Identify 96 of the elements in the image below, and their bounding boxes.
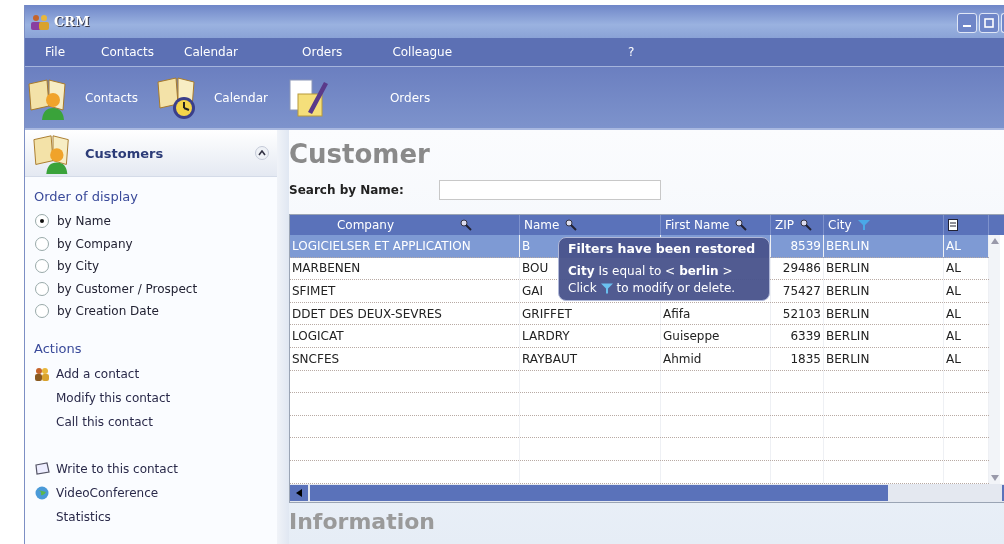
table-cell: BERLIN xyxy=(826,238,870,253)
table-cell: B xyxy=(522,238,531,253)
scroll-left-icon[interactable] xyxy=(296,488,302,497)
radio-button[interactable] xyxy=(35,304,49,319)
table-row[interactable]: SNCFES RAYBAUT Ahmid 1835 BERLIN AL xyxy=(290,347,989,371)
table-cell: RAYBAUT xyxy=(522,351,577,366)
table-cell: LOGICIELSER ET APPLICATION xyxy=(292,238,471,253)
table-cell: BERLIN xyxy=(826,261,870,276)
section-heading: Actions xyxy=(34,340,83,356)
tooltip-text: to modify or delete. xyxy=(616,280,736,297)
maximize-button[interactable] xyxy=(979,12,999,33)
filter-icon[interactable] xyxy=(857,219,870,231)
table-cell: 52103 xyxy=(782,306,821,321)
table-cell: BERLIN xyxy=(826,284,870,298)
radio-button[interactable] xyxy=(35,281,49,296)
table-cell: AL xyxy=(946,261,961,276)
search-icon[interactable] xyxy=(565,219,578,231)
table-cell: BERLIN xyxy=(826,329,870,344)
table-cell: 6339 xyxy=(790,329,821,344)
menu-item[interactable]: ? xyxy=(608,45,635,59)
scroll-down-icon[interactable] xyxy=(990,474,999,481)
column-title: Name xyxy=(524,218,560,232)
table-cell: 29486 xyxy=(782,261,821,276)
sheet-icon[interactable] xyxy=(948,219,958,231)
action-link[interactable]: Write to this contact xyxy=(56,461,178,476)
table-cell: Guiseppe xyxy=(663,329,720,344)
search-icon[interactable] xyxy=(800,219,812,231)
action-link[interactable]: Modify this contact xyxy=(56,390,171,405)
people-icon xyxy=(34,366,50,381)
page-title: Customer xyxy=(289,138,431,170)
table-cell: Ahmid xyxy=(663,351,702,366)
vertical-scrollbar[interactable] xyxy=(989,235,1000,484)
column-title: City xyxy=(828,218,852,232)
window-title: CRM xyxy=(54,14,90,29)
action-link[interactable]: Statistics xyxy=(56,509,111,524)
table-row[interactable]: DDET DES DEUX-SEVRES GRIFFET Afifa 52103 BERLIN AL xyxy=(290,302,989,326)
search-icon[interactable] xyxy=(460,219,473,231)
table-row[interactable]: LOGICAT LARDRY Guiseppe 6339 BERLIN AL xyxy=(290,325,989,348)
radio-option[interactable]: by Name xyxy=(25,210,277,233)
table-cell: GAI xyxy=(522,284,544,298)
tooltip-title: Filters have been restored xyxy=(568,241,757,257)
column-title: Company xyxy=(336,218,395,232)
radio-button[interactable] xyxy=(35,259,49,274)
section-heading: Order of display xyxy=(34,189,139,204)
action-link[interactable]: VideoConference xyxy=(56,485,159,500)
menu-item[interactable]: Colleague xyxy=(372,45,453,59)
column-title: ZIP xyxy=(775,218,794,232)
radio-option[interactable]: by City xyxy=(25,255,277,278)
menu-item[interactable]: Orders xyxy=(282,45,343,59)
filter-icon xyxy=(600,282,613,295)
table-cell: BERLIN xyxy=(826,351,870,366)
table-cell: 75427 xyxy=(782,284,821,298)
table-cell: SFIMET xyxy=(292,284,336,298)
field-label: Search by Name: xyxy=(289,183,405,197)
table-cell: MARBENEN xyxy=(292,261,361,276)
column-title: First Name xyxy=(665,218,730,232)
table-cell: AL xyxy=(946,238,961,253)
radio-option[interactable]: by Company xyxy=(25,232,277,255)
table-cell: DDET DES DEUX-SEVRES xyxy=(292,306,442,321)
collapse-button[interactable] xyxy=(255,146,269,160)
action-link[interactable]: Add a contact xyxy=(56,366,140,381)
table-cell: GRIFFET xyxy=(522,306,572,321)
table-cell: LARDRY xyxy=(522,329,570,344)
tooltip-text: Click xyxy=(568,280,597,297)
table-cell: BOU xyxy=(522,261,549,276)
table-cell: 1835 xyxy=(790,351,821,366)
table-cell: AL xyxy=(946,351,961,366)
maximize-icon[interactable] xyxy=(984,17,994,28)
people-icon xyxy=(30,13,50,30)
table-cell: SNCFES xyxy=(292,351,340,366)
splitter-handle[interactable] xyxy=(277,130,289,544)
table-cell: Afifa xyxy=(663,306,691,321)
radio-option[interactable]: by Customer / Prospect xyxy=(25,277,277,300)
panel-title: Customers xyxy=(85,145,164,161)
table-cell: LOGICAT xyxy=(292,329,344,344)
menu-item[interactable]: Contacts xyxy=(81,45,155,59)
section-title: Information xyxy=(289,508,436,535)
envelope-icon xyxy=(34,461,50,476)
radio-button[interactable] xyxy=(35,214,49,229)
table-cell: AL xyxy=(946,306,961,321)
search-field[interactable] xyxy=(439,180,661,200)
search-icon[interactable] xyxy=(735,219,748,231)
table-cell: 8539 xyxy=(790,238,821,253)
chevron-up-icon[interactable] xyxy=(258,150,266,156)
scroll-up-icon[interactable] xyxy=(990,238,999,244)
table-cell: AL xyxy=(946,329,961,344)
menu-item[interactable]: File xyxy=(25,45,66,59)
menu-item[interactable]: Calendar xyxy=(164,45,238,59)
table-cell: AL xyxy=(946,284,961,298)
radio-button[interactable] xyxy=(35,236,49,251)
table-cell: BERLIN xyxy=(826,306,870,321)
globe-icon xyxy=(34,485,50,500)
minimize-button[interactable] xyxy=(957,12,977,33)
action-link[interactable]: Call this contact xyxy=(56,414,153,429)
radio-option[interactable]: by Creation Date xyxy=(25,300,277,323)
filter-condition: City Is equal to <berlin> xyxy=(568,263,734,280)
